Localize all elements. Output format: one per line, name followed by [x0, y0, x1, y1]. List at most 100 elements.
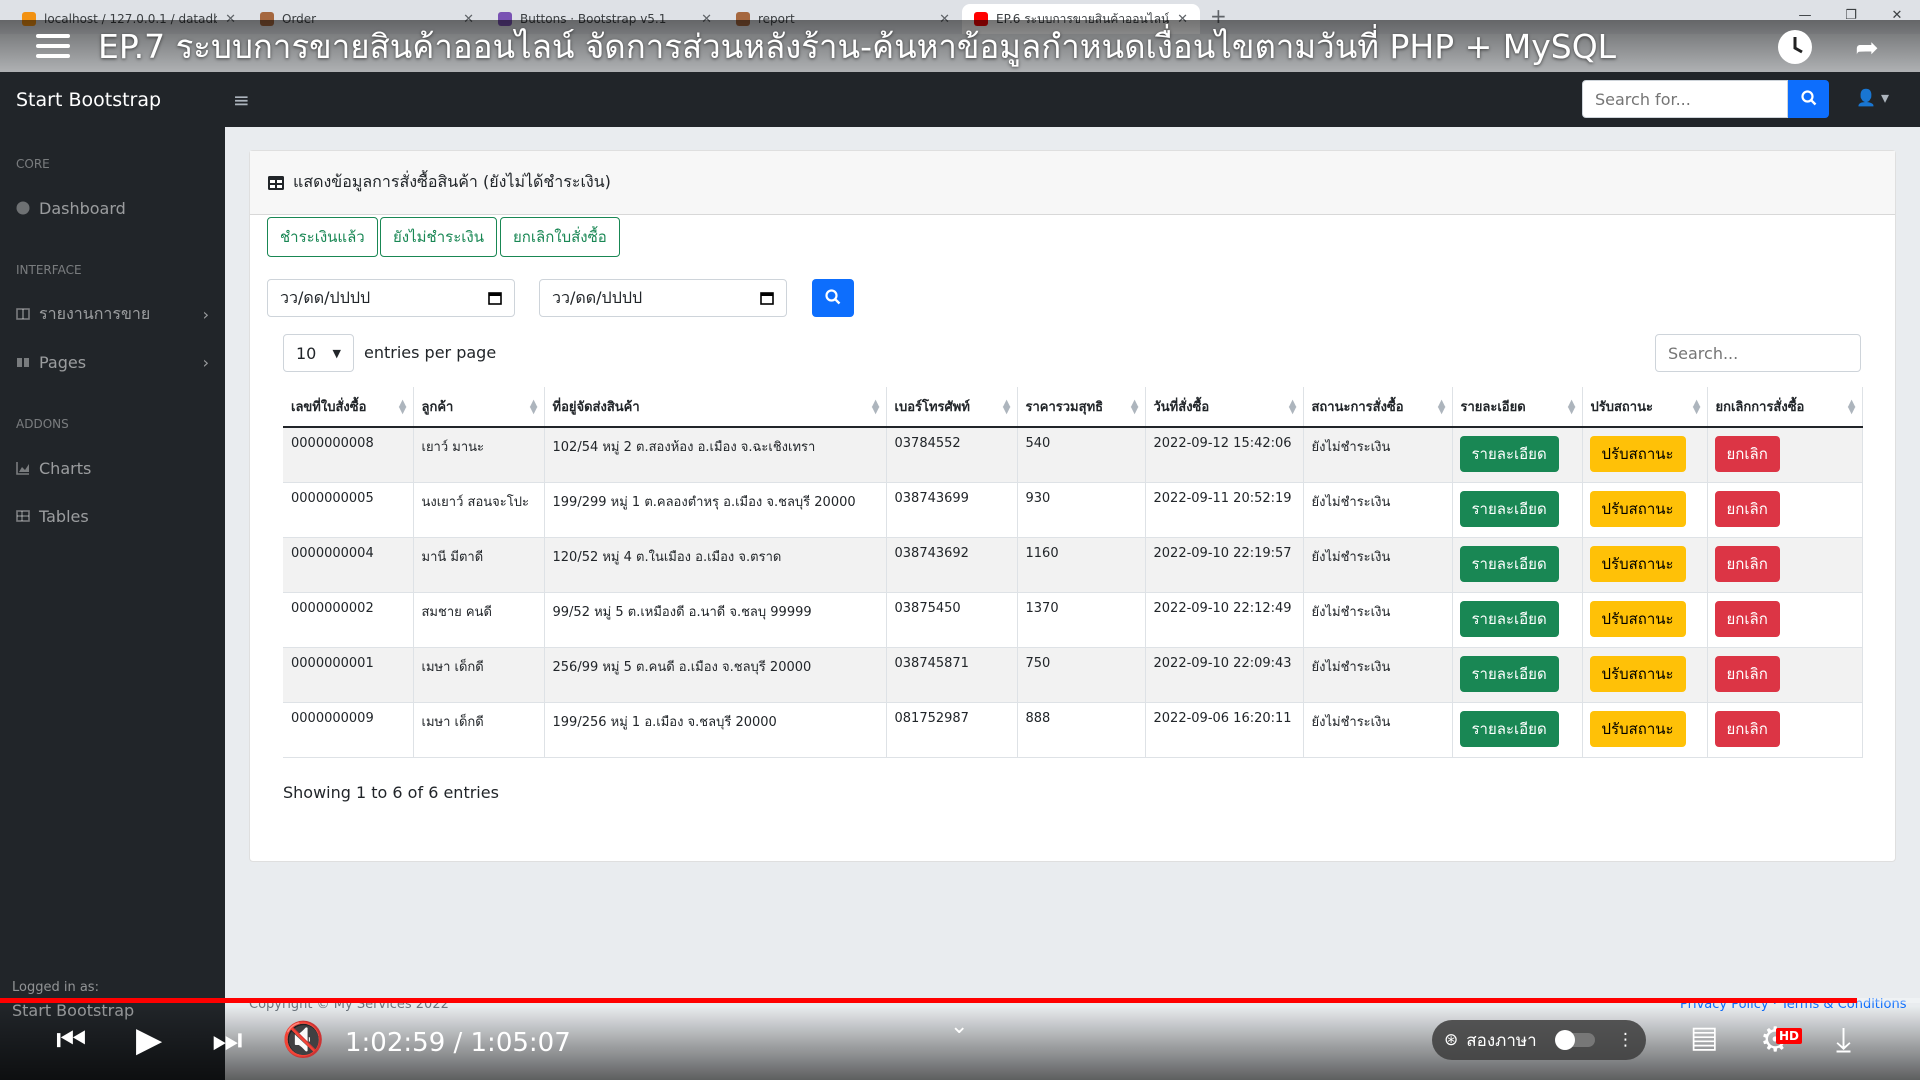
phone: 03875450: [886, 592, 1018, 648]
column-header[interactable]: วันที่สั่งซื้อ ▲ ▼: [1145, 387, 1304, 428]
next-icon[interactable]: ⏭: [212, 1020, 243, 1060]
captions-icon[interactable]: ▤: [1690, 1020, 1718, 1055]
exit-fullscreen-icon[interactable]: ⤓: [1836, 1020, 1851, 1060]
update-status-button[interactable]: ปรับสถานะ: [1589, 436, 1686, 472]
filter-paid-button[interactable]: ชำระเงินแล้ว: [267, 217, 378, 257]
subtitle-toggle-label: สองภาษา: [1466, 1030, 1537, 1051]
status-cell: ปรับสถานะ: [1582, 702, 1708, 758]
customer-name: มานี มีตาดี: [413, 537, 545, 593]
video-title[interactable]: EP.7 ระบบการขายสินค้าออนไลน์ จัดการส่วนห…: [98, 20, 1616, 73]
mute-icon[interactable]: 🔇: [282, 1020, 324, 1060]
phone: 038743692: [886, 537, 1018, 593]
sidebar-item-sales-report[interactable]: รายงานการขาย ›: [0, 290, 225, 338]
sort-icon: ▲ ▼: [1437, 398, 1446, 416]
search-icon: [825, 288, 841, 304]
menu-icon[interactable]: [36, 28, 70, 64]
sidebar-item-tables[interactable]: Tables: [0, 492, 225, 540]
per-page-select[interactable]: 10 ▼: [283, 334, 354, 372]
detail-button[interactable]: รายละเอียด: [1459, 545, 1559, 582]
table-row: 0000000008 เยาว์ มานะ 102/54 หมู่ 2 ต.สอ…: [283, 427, 1863, 483]
total-price: 930: [1017, 482, 1146, 538]
detail-button[interactable]: รายละเอียด: [1459, 436, 1559, 472]
previous-icon[interactable]: ⏮: [56, 1020, 87, 1060]
cancel-order-button[interactable]: ยกเลิก: [1714, 545, 1780, 582]
column-header[interactable]: ลูกค้า ▲ ▼: [413, 387, 545, 428]
shipping-address: 99/52 หมู่ 5 ต.เหมืองดี อ.นาดี จ.ชลบุ 99…: [544, 592, 887, 648]
column-header[interactable]: รายละเอียด ▲ ▼: [1452, 387, 1583, 428]
more-icon[interactable]: ⋮: [1617, 1030, 1634, 1050]
sidebar-heading-interface: INTERFACE: [16, 263, 82, 277]
detail-cell: รายละเอียด: [1452, 647, 1583, 703]
cancel-cell: ยกเลิก: [1707, 427, 1863, 483]
globe-icon: ⊛: [1444, 1030, 1459, 1050]
sort-icon: ▲ ▼: [1567, 398, 1576, 416]
play-icon[interactable]: ▶: [136, 1020, 162, 1060]
cancel-cell: ยกเลิก: [1707, 647, 1863, 703]
calendar-icon[interactable]: [760, 291, 774, 305]
detail-button[interactable]: รายละเอียด: [1459, 600, 1559, 637]
calendar-icon[interactable]: [488, 291, 502, 305]
detail-button[interactable]: รายละเอียด: [1459, 655, 1559, 692]
phone: 081752987: [886, 702, 1018, 758]
phone: 038745871: [886, 647, 1018, 703]
sort-icon: ▲ ▼: [1130, 398, 1139, 416]
cancel-order-button[interactable]: ยกเลิก: [1714, 436, 1780, 472]
filter-cancelled-button[interactable]: ยกเลิกใบสั่งซื้อ: [500, 217, 620, 257]
share-icon[interactable]: ➦: [1848, 28, 1886, 66]
detail-button[interactable]: รายละเอียด: [1459, 710, 1559, 747]
column-header[interactable]: ยกเลิกการสั่งซื้อ ▲ ▼: [1707, 387, 1863, 428]
customer-name: เยาว์ มานะ: [413, 427, 545, 483]
update-status-button[interactable]: ปรับสถานะ: [1589, 600, 1686, 637]
table-header-row: เลขที่ใบสั่งซื้อ ▲ ▼ ลูกค้า ▲ ▼ ที่อยู่จัดส่…: [283, 387, 1863, 428]
shipping-address: 102/54 หมู่ 2 ต.สองห้อง อ.เมือง จ.ฉะเชิง…: [544, 427, 887, 483]
subtitle-toggle[interactable]: ⊛ สองภาษา ⋮: [1432, 1020, 1646, 1060]
player-controls: ⏮ ▶ ⏭ 🔇 1:02:59 / 1:05:07 ⌄ ⊛ สองภาษา ⋮ …: [0, 1006, 1920, 1080]
table-row: 0000000009 เมษา เด็กดี 199/256 หมู่ 1 อ.…: [283, 702, 1863, 758]
chevron-down-icon[interactable]: ⌄: [950, 1014, 968, 1039]
status-cell: ปรับสถานะ: [1582, 427, 1708, 483]
update-status-button[interactable]: ปรับสถานะ: [1589, 710, 1686, 747]
update-status-button[interactable]: ปรับสถานะ: [1589, 490, 1686, 527]
sidebar-item-charts[interactable]: Charts: [0, 444, 225, 492]
date-from-input[interactable]: วว/ดด/ปปปป: [267, 279, 515, 317]
date-to-input[interactable]: วว/ดด/ปปปป: [539, 279, 787, 317]
toggle-switch[interactable]: [1554, 1030, 1595, 1050]
date-search-button[interactable]: [812, 279, 854, 317]
cancel-order-button[interactable]: ยกเลิก: [1714, 710, 1780, 747]
navbar-brand[interactable]: Start Bootstrap: [0, 89, 225, 111]
table-row: 0000000004 มานี มีตาดี 120/52 หมู่ 4 ต.ใ…: [283, 537, 1863, 593]
sort-icon: ▲ ▼: [1288, 398, 1297, 416]
total-price: 750: [1017, 647, 1146, 703]
filter-unpaid-button[interactable]: ยังไม่ชำระเงิน: [380, 217, 497, 257]
order-date: 2022-09-10 22:09:43: [1145, 647, 1304, 703]
table-search-input[interactable]: [1655, 334, 1861, 372]
column-header[interactable]: เลขที่ใบสั่งซื้อ ▲ ▼: [283, 387, 414, 428]
column-header[interactable]: สถานะการสั่งซื้อ ▲ ▼: [1303, 387, 1453, 428]
columns-icon: [16, 308, 30, 320]
time-display: 1:02:59 / 1:05:07: [345, 1028, 571, 1058]
sidebar-toggle-icon[interactable]: ≡: [233, 88, 250, 112]
cancel-order-button[interactable]: ยกเลิก: [1714, 655, 1780, 692]
column-header[interactable]: เบอร์โทรศัพท์ ▲ ▼: [886, 387, 1018, 428]
update-status-button[interactable]: ปรับสถานะ: [1589, 545, 1686, 582]
cancel-order-button[interactable]: ยกเลิก: [1714, 490, 1780, 527]
navbar-search-input[interactable]: [1582, 80, 1788, 118]
cancel-cell: ยกเลิก: [1707, 482, 1863, 538]
sidebar-item-pages[interactable]: Pages ›: [0, 338, 225, 386]
status-cell: ปรับสถานะ: [1582, 592, 1708, 648]
video-progress-bar[interactable]: [0, 998, 1920, 1003]
order-id: 0000000004: [283, 537, 414, 593]
update-status-button[interactable]: ปรับสถานะ: [1589, 655, 1686, 692]
detail-button[interactable]: รายละเอียด: [1459, 490, 1559, 527]
watch-later-icon[interactable]: [1776, 28, 1814, 66]
sidebar-item-dashboard[interactable]: Dashboard: [0, 184, 225, 232]
shipping-address: 120/52 หมู่ 4 ต.ในเมือง อ.เมือง จ.ตราด: [544, 537, 887, 593]
column-header[interactable]: ที่อยู่จัดส่งสินค้า ▲ ▼: [544, 387, 887, 428]
phone: 038743699: [886, 482, 1018, 538]
user-menu[interactable]: 👤 ▾: [1856, 88, 1889, 107]
column-header[interactable]: ราคารวมสุทธิ ▲ ▼: [1017, 387, 1146, 428]
table-row: 0000000005 นงเยาว์ สอนจะโปะ 199/299 หมู่…: [283, 482, 1863, 538]
column-header[interactable]: ปรับสถานะ ▲ ▼: [1582, 387, 1708, 428]
cancel-order-button[interactable]: ยกเลิก: [1714, 600, 1780, 637]
navbar-search-button[interactable]: [1788, 80, 1829, 118]
